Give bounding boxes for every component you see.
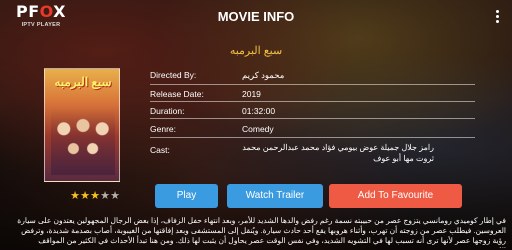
cast-value: رامز جلال جميلة عوض بيومي فؤاد محمد عبدا…	[242, 143, 434, 163]
star-filled-icon: ★	[90, 190, 100, 202]
movie-title: سبع البرمبه	[229, 45, 283, 57]
play-button[interactable]: Play	[155, 184, 218, 208]
divider	[150, 101, 475, 102]
directed-by-label: Directed By:	[150, 70, 197, 80]
duration-label: Duration:	[150, 106, 185, 116]
poster-title: سبع البرمبه	[54, 75, 112, 89]
genre-value: Comedy	[242, 124, 274, 134]
genre-row: Genre: Comedy	[150, 122, 480, 136]
movie-poster: سبع البرمبه	[44, 68, 120, 182]
star-empty-icon: ★	[110, 190, 120, 202]
genre-label: Genre:	[150, 124, 176, 134]
divider	[150, 137, 475, 138]
add-to-favourite-button[interactable]: Add To Favourite	[329, 184, 462, 208]
directed-by-value: محمود كريم	[242, 70, 285, 80]
star-filled-icon: ★	[80, 190, 90, 202]
release-date-label: Release Date:	[150, 89, 204, 99]
release-date-row: Release Date: 2019	[150, 87, 480, 101]
star-filled-icon: ★	[70, 190, 80, 202]
duration-row: Duration: 01:32:00	[150, 104, 480, 118]
more-vert-icon[interactable]	[496, 10, 500, 24]
top-bar: PFOX IPTV PLAYER MOVIE INFO	[0, 0, 512, 34]
rating-stars: ★★★★★	[70, 190, 120, 202]
directed-by-row: Directed By: محمود كريم	[150, 68, 480, 82]
star-empty-icon: ★	[100, 190, 110, 202]
duration-value: 01:32:00	[242, 106, 276, 116]
divider	[150, 118, 475, 119]
watch-trailer-button[interactable]: Watch Trailer	[227, 184, 323, 208]
release-date-value: 2019	[242, 89, 261, 99]
divider	[150, 84, 475, 85]
movie-description: في إطار كوميدي رومانسي يتزوج عصر من حبيب…	[17, 216, 506, 248]
poster-artwork	[51, 109, 115, 175]
page-title: MOVIE INFO	[217, 9, 295, 24]
cast-label: Cast:	[150, 145, 170, 155]
